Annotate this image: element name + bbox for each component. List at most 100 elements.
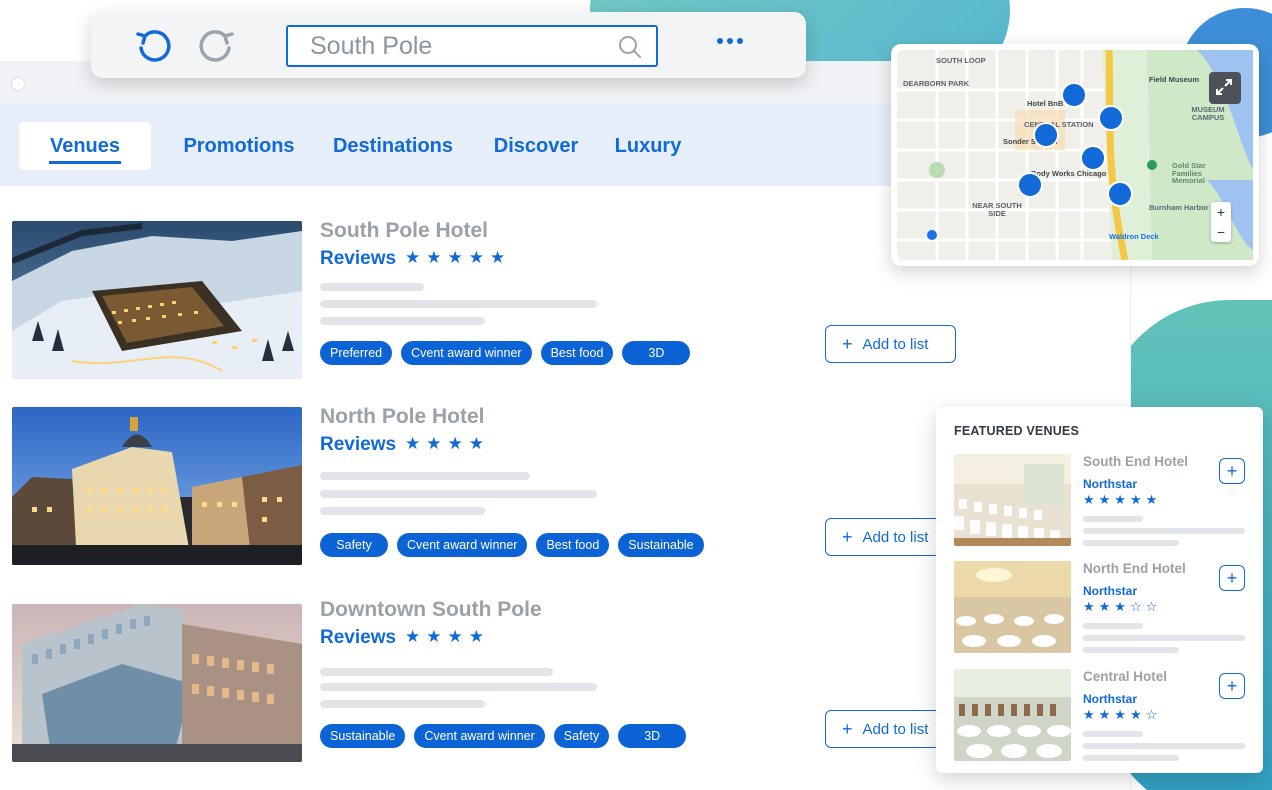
- active-tab-indicator: [49, 161, 121, 164]
- star-rating: ★★★★★: [1083, 492, 1162, 507]
- map-card[interactable]: SOUTH LOOP DEARBORN PARK Field Museum MU…: [891, 44, 1259, 266]
- page: Venues Promotions Destinations Discover …: [0, 0, 1272, 790]
- map-pin[interactable]: [1098, 105, 1124, 131]
- featured-venue-item[interactable]: North End Hotel Northstar ★★★☆☆ +: [954, 561, 1249, 655]
- tag-badge[interactable]: Best food: [536, 533, 610, 557]
- tag-badge[interactable]: Cvent award winner: [401, 341, 532, 365]
- text-placeholder: [1083, 743, 1245, 749]
- tab-promotions[interactable]: Promotions: [176, 122, 302, 170]
- plus-icon: +: [842, 718, 853, 739]
- text-placeholder: [1083, 540, 1179, 546]
- venue-title[interactable]: North Pole Hotel: [320, 405, 485, 429]
- featured-venue-name[interactable]: South End Hotel: [1083, 454, 1188, 469]
- map-pin[interactable]: [1033, 122, 1059, 148]
- tab-venues[interactable]: Venues: [19, 122, 151, 170]
- undo-icon[interactable]: [133, 26, 173, 66]
- star-rating: ★★★★★: [405, 248, 512, 267]
- tag-list: Preferred Cvent award winner Best food 3…: [320, 341, 691, 365]
- tab-label: Promotions: [183, 134, 295, 157]
- featured-venue-item[interactable]: South End Hotel Northstar ★★★★★ +: [954, 454, 1249, 548]
- text-placeholder: [320, 683, 597, 691]
- text-placeholder: [320, 283, 424, 291]
- venue-card[interactable]: South Pole Hotel Reviews ★★★★★ Preferred…: [12, 219, 972, 381]
- text-placeholder: [320, 507, 485, 515]
- featured-venue-brand: Northstar: [1083, 477, 1138, 491]
- star-rating: ★★★★: [405, 627, 490, 646]
- zoom-control: + −: [1211, 202, 1231, 242]
- add-to-list-label: Add to list: [862, 528, 929, 546]
- text-placeholder: [1083, 635, 1245, 641]
- featured-venues-panel: FEATURED VENUES South End Hotel Northsta…: [936, 407, 1263, 773]
- venue-photo[interactable]: [12, 221, 302, 379]
- map-label: Waldron Deck: [1109, 232, 1159, 241]
- add-featured-button[interactable]: +: [1219, 673, 1245, 699]
- venue-card[interactable]: North Pole Hotel Reviews ★★★★ Safety Cve…: [12, 405, 972, 567]
- map-pin[interactable]: [1080, 145, 1106, 171]
- venue-photo[interactable]: [12, 407, 302, 565]
- text-placeholder: [1083, 516, 1143, 522]
- add-featured-button[interactable]: +: [1219, 458, 1245, 484]
- venue-photo[interactable]: [12, 604, 302, 762]
- tab-label: Destinations: [332, 134, 454, 157]
- tag-badge[interactable]: 3D: [622, 341, 691, 365]
- featured-venue-brand: Northstar: [1083, 692, 1138, 706]
- tab-destinations[interactable]: Destinations: [324, 122, 462, 170]
- text-placeholder: [320, 490, 597, 498]
- add-to-list-button[interactable]: + Add to list: [825, 325, 956, 363]
- text-placeholder: [1083, 623, 1143, 629]
- venue-card[interactable]: Downtown South Pole Reviews ★★★★ Sustain…: [12, 598, 972, 762]
- tag-badge[interactable]: Cvent award winner: [397, 533, 528, 557]
- featured-venue-photo[interactable]: [954, 669, 1071, 761]
- reviews-link[interactable]: Reviews: [320, 627, 396, 649]
- tag-badge[interactable]: Sustainable: [618, 533, 704, 557]
- map-label: NEAR SOUTH SIDE: [972, 201, 1022, 218]
- tag-badge[interactable]: Sustainable: [320, 724, 406, 748]
- venue-title[interactable]: Downtown South Pole: [320, 598, 542, 622]
- featured-venue-brand: Northstar: [1083, 584, 1138, 598]
- tab-luxury[interactable]: Luxury: [608, 122, 688, 170]
- text-placeholder: [320, 700, 485, 708]
- featured-venue-photo[interactable]: [954, 561, 1071, 653]
- featured-venue-name[interactable]: North End Hotel: [1083, 561, 1186, 576]
- add-to-list-label: Add to list: [862, 335, 929, 353]
- tag-badge[interactable]: Preferred: [320, 341, 393, 365]
- search-icon[interactable]: [618, 35, 642, 64]
- featured-venue-name[interactable]: Central Hotel: [1083, 669, 1167, 684]
- tag-badge[interactable]: 3D: [618, 724, 687, 748]
- reviews-link[interactable]: Reviews: [320, 434, 396, 456]
- search-input[interactable]: [310, 33, 610, 59]
- tab-label: Venues: [49, 134, 121, 157]
- text-placeholder: [320, 300, 597, 308]
- featured-title: FEATURED VENUES: [954, 424, 1080, 438]
- add-featured-button[interactable]: +: [1219, 565, 1245, 591]
- text-placeholder: [320, 317, 485, 325]
- reviews-link[interactable]: Reviews: [320, 248, 396, 270]
- tag-list: Sustainable Cvent award winner Safety 3D: [320, 724, 687, 748]
- tag-badge[interactable]: Safety: [553, 724, 610, 748]
- map-label: Body Works Chicago: [1031, 169, 1107, 178]
- featured-venue-photo[interactable]: [954, 454, 1071, 546]
- redo-icon[interactable]: [197, 26, 237, 66]
- map-pin[interactable]: [1017, 172, 1043, 198]
- plus-icon: +: [842, 526, 853, 547]
- tab-discover[interactable]: Discover: [487, 122, 585, 170]
- tag-badge[interactable]: Safety: [320, 533, 388, 557]
- zoom-in-button[interactable]: +: [1211, 202, 1231, 222]
- more-icon[interactable]: [717, 38, 743, 44]
- featured-venue-item[interactable]: Central Hotel Northstar ★★★★☆ +: [954, 669, 1249, 763]
- window-control-dot[interactable]: [12, 78, 24, 90]
- search-field[interactable]: [286, 25, 658, 67]
- tab-label: Luxury: [614, 134, 682, 157]
- map-pin[interactable]: [1061, 82, 1087, 108]
- zoom-out-button[interactable]: −: [1211, 222, 1231, 242]
- map-label: MUSEUM CAMPUS: [1191, 105, 1225, 122]
- tag-badge[interactable]: Best food: [540, 341, 614, 365]
- star-rating: ★★★★: [405, 434, 490, 453]
- tag-badge[interactable]: Cvent award winner: [414, 724, 545, 748]
- text-placeholder: [1083, 528, 1245, 534]
- add-to-list-label: Add to list: [862, 720, 929, 738]
- venue-title[interactable]: South Pole Hotel: [320, 219, 488, 243]
- expand-icon[interactable]: [1209, 72, 1241, 104]
- text-placeholder: [320, 668, 553, 676]
- map-pin[interactable]: [1107, 181, 1133, 207]
